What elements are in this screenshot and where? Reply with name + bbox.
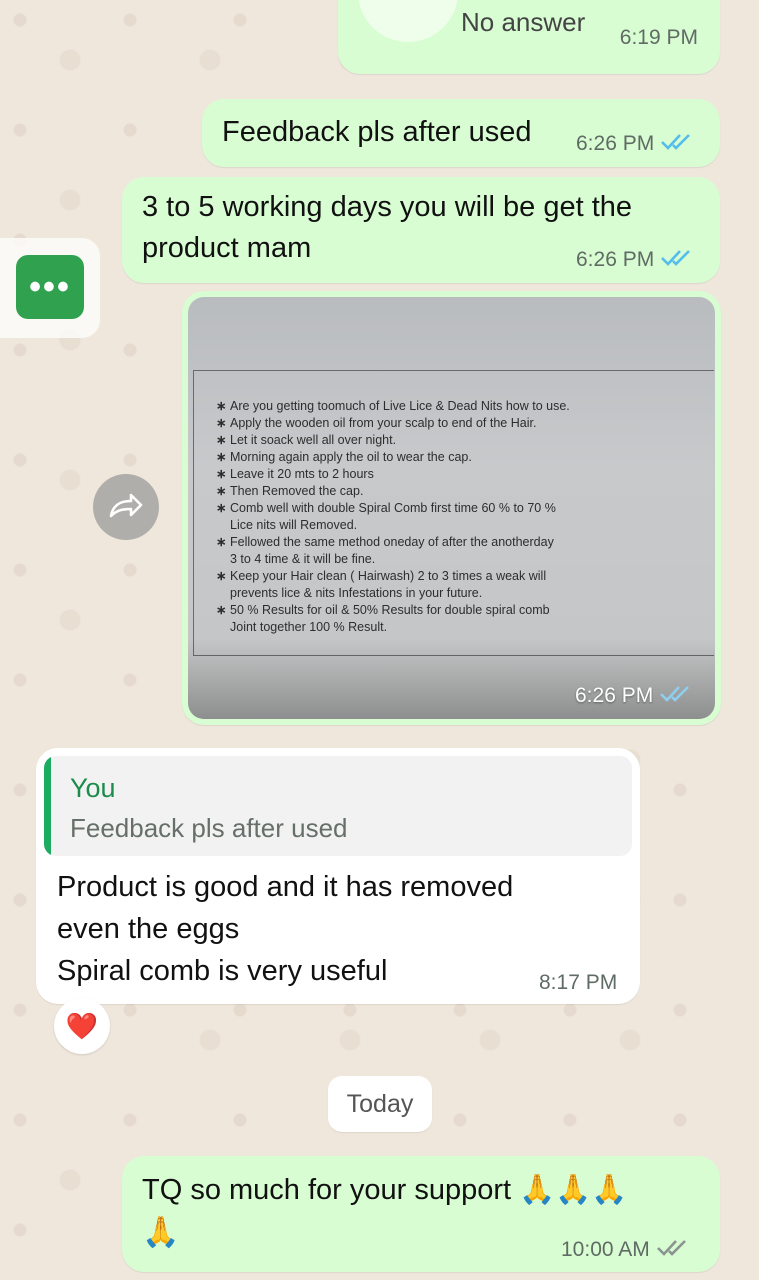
double-check-icon bbox=[660, 248, 694, 272]
message-meta: 6:26 PM bbox=[576, 132, 694, 156]
instruction-line: Joint together 100 % Result. bbox=[230, 620, 388, 634]
instruction-line: Lice nits will Removed. bbox=[230, 518, 358, 532]
instruction-line: Morning again apply the oil to wear the … bbox=[216, 449, 708, 466]
instruction-line: Comb well with double Spiral Comb first … bbox=[216, 500, 708, 517]
message-time: 6:26 PM bbox=[575, 684, 654, 707]
date-separator-label: Today bbox=[346, 1089, 414, 1118]
more-button-label: ••• bbox=[29, 267, 71, 306]
double-check-icon bbox=[659, 684, 693, 708]
quote-text: Feedback pls after used bbox=[70, 813, 348, 843]
instruction-box: Are you getting toomuch of Live Lice & D… bbox=[193, 370, 714, 656]
outgoing-message-bubble[interactable]: Feedback pls after used 6:26 PM bbox=[202, 99, 720, 167]
instruction-line: prevents lice & nits Infestations in you… bbox=[230, 586, 483, 600]
message-text-line-1: Product is good and it has removed bbox=[57, 871, 514, 903]
instruction-line: Fellowed the same method oneday of after… bbox=[216, 534, 708, 551]
heart-icon: ❤️ bbox=[65, 1010, 99, 1041]
instruction-line: 50 % Results for oil & 50% Results for d… bbox=[216, 602, 708, 619]
quote-author: You bbox=[70, 773, 116, 803]
instruction-sheet-image[interactable]: Are you getting toomuch of Live Lice & D… bbox=[188, 297, 715, 719]
message-time: 8:17 PM bbox=[539, 971, 618, 994]
double-check-icon bbox=[656, 1238, 690, 1262]
instruction-line: Leave it 20 mts to 2 hours bbox=[216, 466, 708, 483]
outgoing-message-bubble[interactable]: TQ so much for your support 🙏🙏🙏 🙏 10:00 … bbox=[122, 1156, 720, 1272]
message-time: 6:19 PM bbox=[619, 26, 698, 49]
video-call-icon bbox=[358, 0, 458, 42]
double-check-icon bbox=[660, 132, 694, 156]
message-text-line-2: even the eggs bbox=[57, 913, 240, 945]
message-meta: 10:00 AM bbox=[561, 1238, 690, 1262]
quote-accent-bar bbox=[44, 756, 51, 856]
instruction-line: Let it soack well all over night. bbox=[216, 432, 708, 449]
message-text-line-2: 🙏 bbox=[142, 1216, 180, 1249]
instruction-line: 3 to 4 time & it will be fine. bbox=[230, 552, 376, 566]
instruction-line: Are you getting toomuch of Live Lice & D… bbox=[216, 398, 708, 415]
instruction-line: Apply the wooden oil from your scalp to … bbox=[216, 415, 708, 432]
date-separator: Today bbox=[328, 1076, 432, 1132]
message-meta: 6:26 PM bbox=[576, 248, 694, 272]
message-meta: 6:26 PM bbox=[575, 684, 693, 708]
more-icon[interactable]: ••• bbox=[16, 255, 84, 319]
message-text-line-1: 3 to 5 working days you will be get the bbox=[142, 191, 633, 223]
message-time: 6:26 PM bbox=[576, 132, 655, 155]
outgoing-message-bubble[interactable]: 3 to 5 working days you will be get the … bbox=[122, 177, 720, 283]
instruction-list: Are you getting toomuch of Live Lice & D… bbox=[216, 398, 708, 636]
quoted-message[interactable]: You Feedback pls after used bbox=[44, 756, 632, 856]
heart-reaction[interactable]: ❤️ bbox=[54, 998, 110, 1054]
message-text-line-2: product mam bbox=[142, 232, 312, 264]
instruction-line: Keep your Hair clean ( Hairwash) 2 to 3 … bbox=[216, 568, 708, 585]
message-time: 10:00 AM bbox=[561, 1238, 650, 1261]
instruction-line: Then Removed the cap. bbox=[216, 483, 708, 500]
message-time: 6:26 PM bbox=[576, 248, 655, 271]
message-text: TQ so much for your support 🙏🙏🙏 bbox=[142, 1174, 628, 1206]
message-text-line-3: Spiral comb is very useful bbox=[57, 955, 388, 987]
call-status-label: No answer bbox=[461, 7, 586, 37]
forward-icon[interactable] bbox=[93, 474, 159, 540]
message-text: Feedback pls after used bbox=[222, 116, 532, 148]
missed-call-bubble[interactable]: No answer 6:19 PM bbox=[338, 0, 720, 74]
